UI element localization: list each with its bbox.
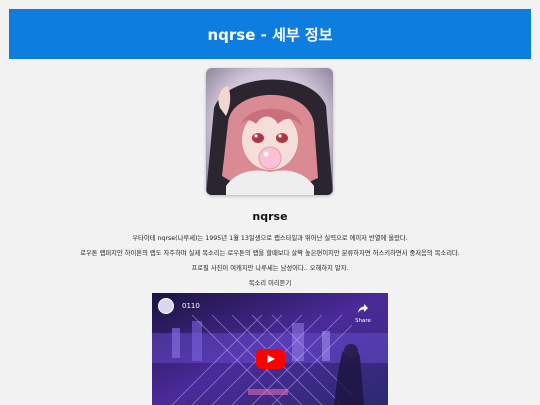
play-icon	[267, 355, 275, 363]
page: nqrse - 세부 정보 nqrse 우타이테 nqrse(나루세)는 199…	[0, 0, 540, 405]
bio-line-1: 우타이테 nqrse(나루세)는 1995년 1월 13일생으로 랩스타일과 뛰…	[132, 235, 408, 242]
share-icon	[358, 304, 368, 313]
page-header: nqrse - 세부 정보	[9, 9, 531, 59]
video-title[interactable]: 0110	[182, 302, 200, 310]
share-label: Share	[355, 318, 371, 324]
profile-avatar	[206, 68, 333, 195]
page-title: nqrse - 세부 정보	[207, 25, 333, 44]
profile-name: nqrse	[252, 210, 288, 223]
youtube-video-embed[interactable]: 0110 Share	[152, 293, 388, 405]
bio-line-2: 로우톤 랩퍼지만 하이톤의 랩도 자주하며 실제 목소리는 로우톤의 랩을 할때…	[80, 250, 460, 257]
bio-line-3: 프로필 사진이 여캐지만 나루세는 남성이다.. 오해하지 말자.	[191, 265, 349, 272]
play-button[interactable]	[256, 349, 285, 369]
video-channel-info: 0110	[158, 298, 200, 314]
share-button[interactable]: Share	[352, 298, 374, 324]
channel-avatar[interactable]	[158, 298, 174, 314]
voice-preview-label: 목소리 미리듣기	[248, 280, 292, 287]
avatar-illustration	[206, 68, 333, 195]
